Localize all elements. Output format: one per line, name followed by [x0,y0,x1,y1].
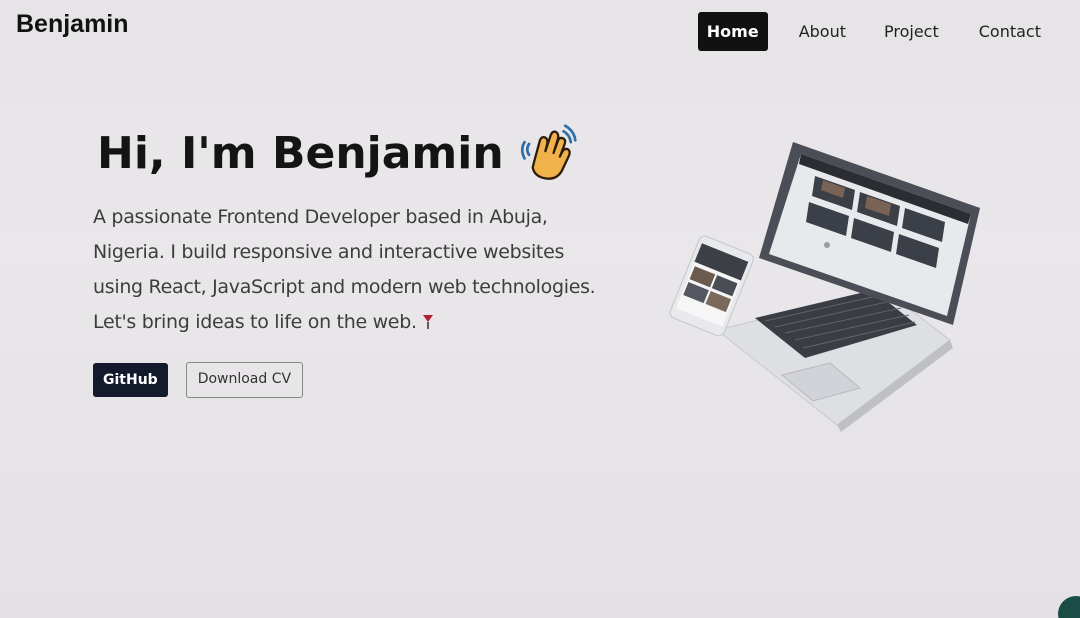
waving-hand-icon [520,124,577,180]
hero-description: A passionate Frontend Developer based in… [93,200,633,340]
laptop-and-phone-image [669,142,980,432]
nav-contact[interactable]: Contact [970,13,1050,50]
hero-buttons: GitHub Download CV [93,362,304,398]
navbar: Benjamin Home About Project Contact [0,0,1080,72]
brand-logo[interactable]: Benjamin [16,10,129,39]
rose-icon [422,315,433,329]
nav-project[interactable]: Project [875,13,948,50]
hero-title-text: Hi, I'm Benjamin [97,127,504,179]
hero-line-3: using React, JavaScript and modern web t… [93,276,596,298]
github-button[interactable]: GitHub [93,363,168,397]
hero-line-2: Nigeria. I build responsive and interact… [93,241,565,263]
corner-badge [1058,596,1080,618]
hero-line-1: A passionate Frontend Developer based in… [93,206,548,228]
hero-title: Hi, I'm Benjamin [97,124,578,182]
nav-about[interactable]: About [790,13,855,50]
download-cv-button[interactable]: Download CV [185,362,304,398]
hero-line-4: Let's bring ideas to life on the web. [93,311,417,333]
nav-links: Home About Project Contact [697,12,1050,51]
nav-home[interactable]: Home [697,12,768,51]
